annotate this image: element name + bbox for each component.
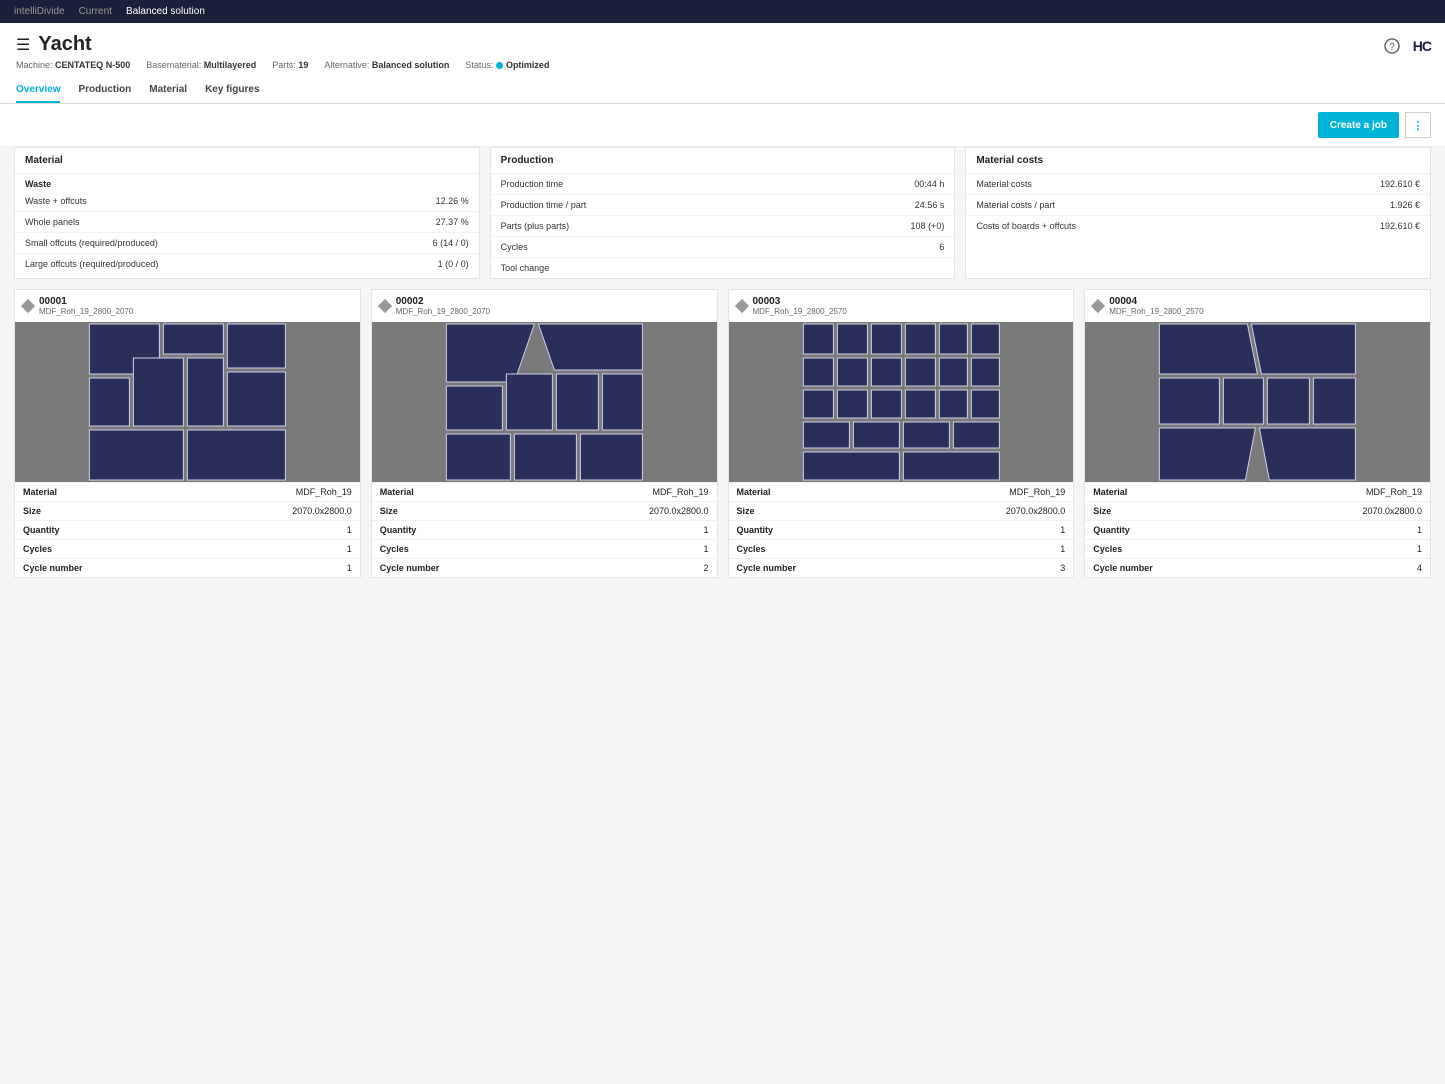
tab-material[interactable]: Material <box>149 78 187 103</box>
status-dot-icon <box>496 62 503 69</box>
production-panel-title: Production <box>491 148 955 174</box>
tab-key-figures[interactable]: Key figures <box>205 78 259 103</box>
board-card[interactable]: 00002 MDF_Roh_19_2800_2070 MaterialMDF_R… <box>371 289 718 578</box>
brand-logo: HC <box>1413 38 1431 54</box>
page-title: Yacht <box>38 33 91 56</box>
boards-grid: 00001 MDF_Roh_19_2800_2070 MaterialMDF_R… <box>14 289 1431 578</box>
board-icon <box>734 299 748 313</box>
board-card[interactable]: 00004 MDF_Roh_19_2800_2570 MaterialMDF_R… <box>1084 289 1431 578</box>
nesting-preview <box>15 322 360 482</box>
breadcrumb-current[interactable]: Current <box>79 6 112 17</box>
board-card[interactable]: 00001 MDF_Roh_19_2800_2070 MaterialMDF_R… <box>14 289 361 578</box>
tab-overview[interactable]: Overview <box>16 78 60 103</box>
menu-icon[interactable]: ☰ <box>16 35 30 55</box>
board-icon <box>378 299 392 313</box>
costs-panel-title: Material costs <box>966 148 1430 174</box>
help-icon[interactable]: ? <box>1381 35 1403 57</box>
material-panel-title: Material <box>15 148 479 174</box>
meta-row: Machine: CENTATEQ N-500 Basematerial: Mu… <box>16 60 1429 70</box>
board-id: 00003 <box>753 296 847 307</box>
more-actions-button[interactable]: ⋮ <box>1405 112 1431 138</box>
app-name: intelliDivide <box>14 6 65 17</box>
tab-production[interactable]: Production <box>78 78 131 103</box>
board-id: 00002 <box>396 296 490 307</box>
nesting-preview <box>372 322 717 482</box>
action-bar: Create a job ⋮ <box>0 104 1445 147</box>
top-breadcrumb-bar: intelliDivide Current Balanced solution <box>0 0 1445 23</box>
board-material-code: MDF_Roh_19_2800_2570 <box>753 307 847 316</box>
board-material-code: MDF_Roh_19_2800_2070 <box>39 307 133 316</box>
costs-panel: Material costs Material costs192.610 € M… <box>965 147 1431 279</box>
page-header: ☰ Yacht Machine: CENTATEQ N-500 Basemate… <box>0 23 1445 104</box>
material-panel: Material Waste Waste + offcuts12.26 % Wh… <box>14 147 480 279</box>
board-icon <box>21 299 35 313</box>
nesting-preview <box>1085 322 1430 482</box>
svg-text:?: ? <box>1389 42 1395 53</box>
board-material-code: MDF_Roh_19_2800_2070 <box>396 307 490 316</box>
tab-bar: Overview Production Material Key figures <box>16 78 1429 103</box>
breadcrumb-solution[interactable]: Balanced solution <box>126 6 205 17</box>
board-id: 00001 <box>39 296 133 307</box>
board-card[interactable]: 00003 MDF_Roh_19_2800_2570 MaterialMDF_R… <box>728 289 1075 578</box>
board-icon <box>1091 299 1105 313</box>
nesting-preview <box>729 322 1074 482</box>
board-id: 00004 <box>1109 296 1203 307</box>
waste-subhead: Waste <box>15 174 479 191</box>
production-panel: Production Production time00:44 h Produc… <box>490 147 956 279</box>
board-material-code: MDF_Roh_19_2800_2570 <box>1109 307 1203 316</box>
create-job-button[interactable]: Create a job <box>1318 112 1399 138</box>
